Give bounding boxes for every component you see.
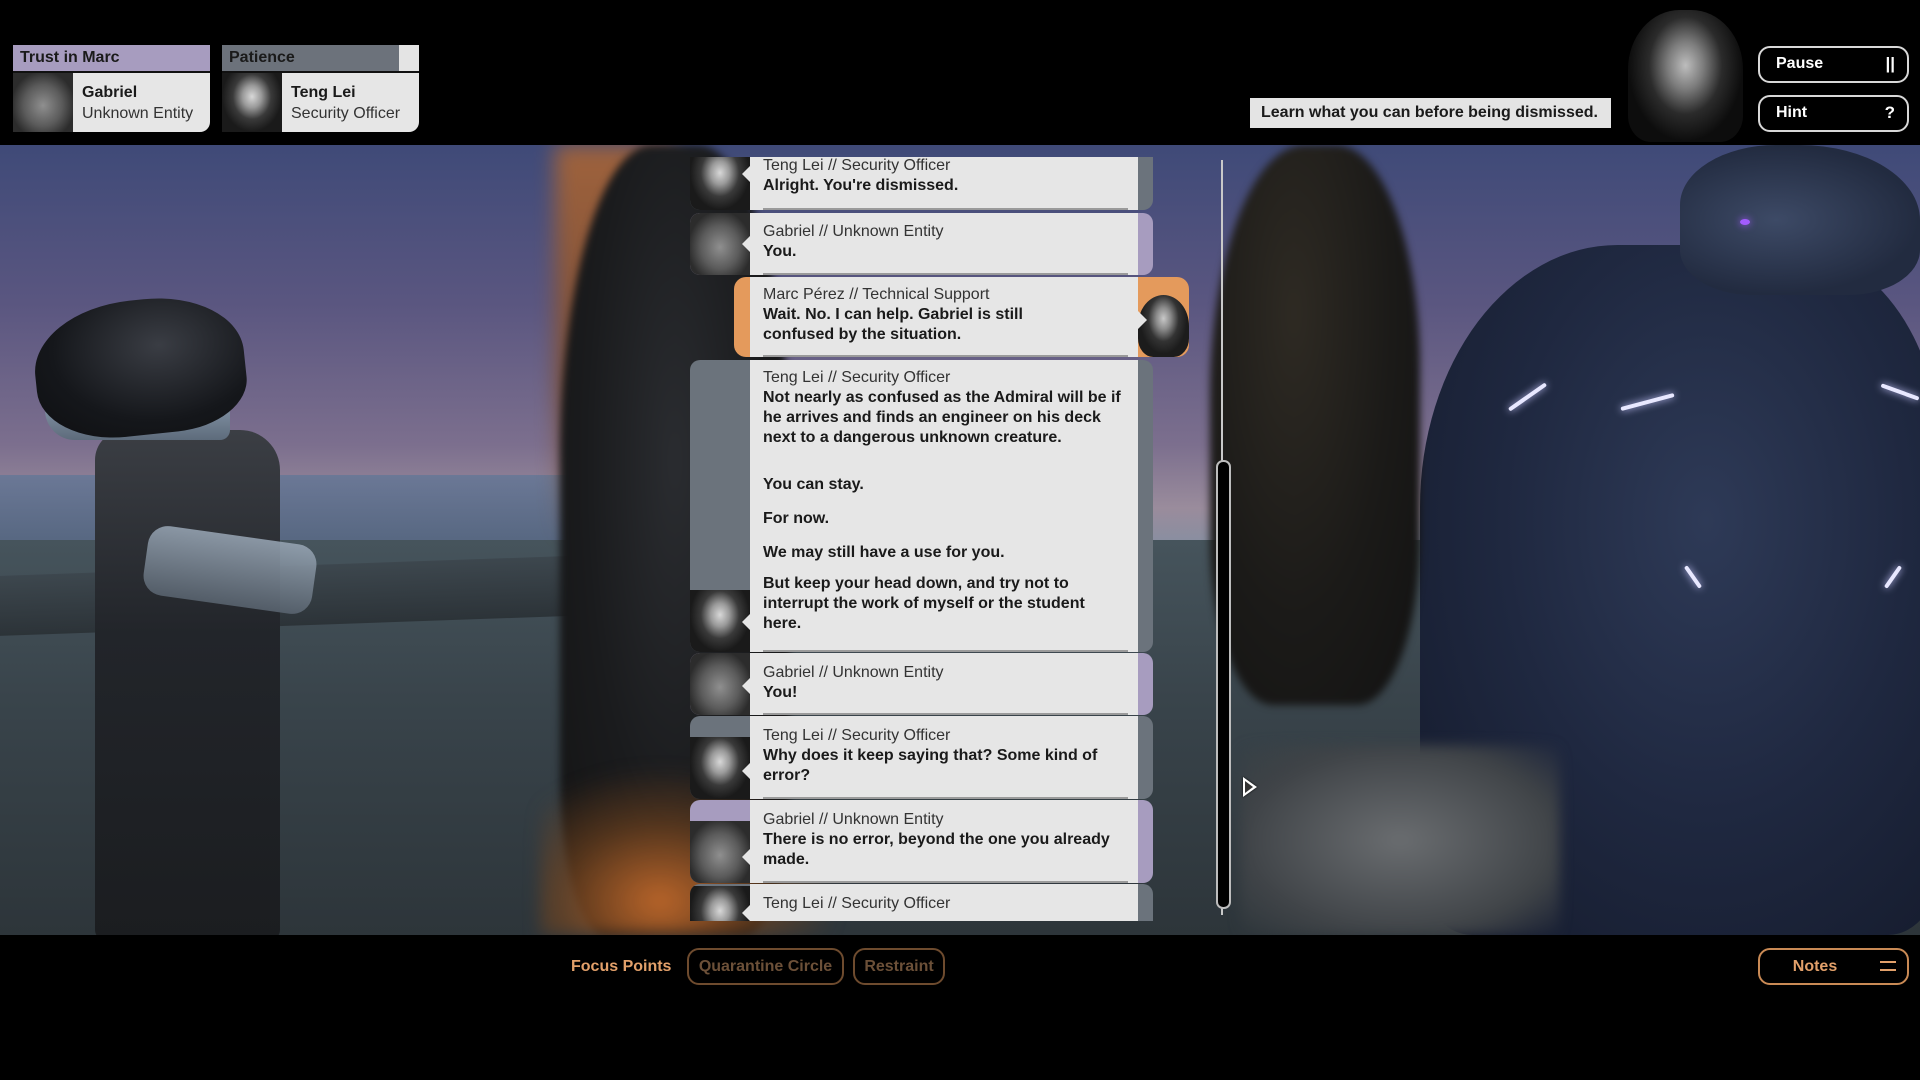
message-text: We may still have a use for you.: [763, 544, 1005, 561]
patience-meter-card: Patience Teng Lei Security Officer: [222, 45, 419, 132]
question-mark-icon: ?: [1884, 103, 1895, 122]
notes-label: Notes: [1792, 958, 1838, 975]
speaker-name: Teng Lei // Security Officer: [763, 727, 951, 744]
trust-meter-card: Trust in Marc Gabriel Unknown Entity: [13, 45, 210, 132]
speaker-name: Teng Lei // Security Officer: [763, 157, 951, 174]
foreground-blur-grey: [1240, 745, 1560, 935]
hint-label: Hint: [1776, 104, 1808, 121]
dialogue-message: Gabriel // Unknown Entity There is no er…: [690, 800, 1153, 883]
message-text: Why does it keep saying that? Some kind …: [763, 747, 1098, 784]
speaker-name: Teng Lei // Security Officer: [763, 369, 951, 386]
trust-meter-label: Trust in Marc: [20, 49, 120, 66]
message-text: You can stay.: [763, 476, 864, 493]
divider: [763, 650, 1128, 652]
focus-point-restraint[interactable]: Restraint: [853, 948, 945, 985]
patience-meter-label: Patience: [229, 49, 295, 66]
divider: [763, 208, 1128, 210]
speaker-name: Marc Pérez // Technical Support: [763, 286, 990, 303]
dialogue-message: Gabriel // Unknown Entity You!: [690, 653, 1153, 715]
character-role: Security Officer: [291, 105, 401, 122]
dialogue-message: Teng Lei // Security Officer Why does it…: [690, 716, 1153, 799]
message-text: You!: [763, 684, 798, 701]
focus-points-label: Focus Points: [571, 958, 672, 975]
speaker-name: Gabriel // Unknown Entity: [763, 664, 944, 681]
objective-banner: Learn what you can before being dismisse…: [1250, 98, 1611, 128]
teng-lei-avatar: [690, 590, 750, 652]
gabriel-avatar: [690, 653, 750, 715]
gabriel-alien-head: [1680, 145, 1920, 295]
character-name: Teng Lei: [291, 84, 356, 101]
message-text: Wait. No. I can help. Gabriel is still c…: [763, 306, 1023, 343]
character-name: Gabriel: [82, 84, 138, 101]
teng-lei-avatar: [690, 157, 750, 210]
mouse-cursor-inner: [1245, 781, 1253, 793]
speaker-name: Teng Lei // Security Officer: [763, 895, 951, 912]
divider: [763, 713, 1128, 715]
message-text: But keep your head down, and try not to …: [763, 575, 1085, 632]
dialogue-message: Teng Lei // Security Officer Not nearly …: [690, 360, 1153, 652]
gabriel-avatar: [690, 821, 750, 883]
patience-meter-bar: Patience: [222, 45, 419, 73]
foreground-blurred-shoulder: [1210, 145, 1420, 705]
message-text: For now.: [763, 510, 830, 527]
dialogue-message-player: Marc Pérez // Technical Support Wait. No…: [734, 277, 1200, 357]
character-role: Unknown Entity: [82, 105, 194, 122]
dialogue-scrollbar-thumb[interactable]: [1216, 460, 1231, 909]
teng-lei-portrait: [222, 73, 282, 132]
player-portrait-marc: [1628, 10, 1743, 142]
gabriel-avatar: [690, 213, 750, 275]
trust-meter-bar: Trust in Marc: [13, 45, 210, 73]
focus-point-quarantine-circle[interactable]: Quarantine Circle: [687, 948, 844, 985]
teng-lei-avatar: [690, 886, 750, 921]
pause-label: Pause: [1776, 55, 1824, 72]
dialogue-message: Teng Lei // Security Officer Alright. Yo…: [690, 157, 1153, 210]
notes-button[interactable]: Notes: [1758, 948, 1909, 985]
dialogue-message: Gabriel // Unknown Entity You.: [690, 213, 1153, 275]
message-text: You.: [763, 243, 797, 260]
soldier-character: [95, 430, 280, 935]
teng-lei-avatar: [690, 737, 750, 799]
speaker-name: Gabriel // Unknown Entity: [763, 223, 944, 240]
alien-glowing-eye: [1740, 219, 1750, 225]
dialogue-message: Teng Lei // Security Officer: [690, 884, 1153, 921]
divider: [763, 797, 1128, 799]
message-text: There is no error, beyond the one you al…: [763, 831, 1110, 868]
pause-icon: ||: [1885, 54, 1895, 73]
speaker-name: Gabriel // Unknown Entity: [763, 811, 944, 828]
menu-lines-icon: [1880, 961, 1896, 977]
divider: [763, 273, 1128, 275]
message-text: Not nearly as confused as the Admiral wi…: [763, 389, 1121, 446]
hint-button[interactable]: Hint ?: [1758, 95, 1909, 132]
message-text: Alright. You're dismissed.: [763, 177, 959, 194]
dialogue-log[interactable]: Teng Lei // Security Officer Alright. Yo…: [690, 157, 1200, 921]
gabriel-portrait: [13, 73, 73, 132]
divider: [763, 881, 1128, 883]
divider: [763, 355, 1128, 357]
objective-text: Learn what you can before being dismisse…: [1261, 104, 1598, 121]
pause-button[interactable]: Pause ||: [1758, 46, 1909, 83]
